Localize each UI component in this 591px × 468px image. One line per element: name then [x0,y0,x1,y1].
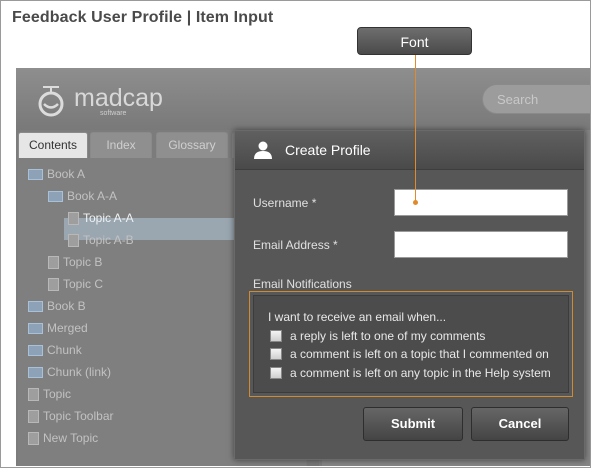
toc-item-label: New Topic [43,431,99,445]
notify-reply-label[interactable]: a reply is left to one of my comments [290,329,485,343]
page-icon [48,278,59,292]
toc-item-label: Topic Toolbar [43,409,114,423]
toc-item[interactable]: Topic B [48,252,102,272]
toc-item-label: Topic C [63,277,104,291]
toc-item[interactable]: Merged [28,318,88,338]
notifications-box: I want to receive an email when... a rep… [249,291,573,397]
notify-any-topic-checkbox[interactable] [270,367,282,379]
search-placeholder: Search [497,92,539,107]
tab-index[interactable]: Index [90,132,152,158]
notify-reply-checkbox[interactable] [270,330,282,342]
username-input[interactable] [394,189,568,216]
page-icon [28,388,39,402]
dialog-title: Create Profile [285,142,371,158]
toc-item[interactable]: Book A-A [48,186,117,206]
toc-item-label: Topic [43,387,72,401]
logo-subtext: software [100,110,127,117]
book-icon [28,169,43,181]
page-icon [28,432,39,446]
callout-dot [413,200,418,205]
toc-item-label: Book A [47,167,86,181]
madcap-logo-icon [38,86,64,117]
search-input[interactable]: Search [482,84,590,114]
notify-commented-topic-checkbox[interactable] [270,348,282,360]
toc-item[interactable]: Topic [28,384,71,404]
toc-item[interactable]: Chunk (link) [28,362,111,382]
toc-item[interactable]: Topic A-A [68,208,134,228]
email-notifications-label: Email Notifications [253,277,352,291]
toc-item-label: Book A-A [67,189,118,203]
callout-line [415,55,416,202]
toc-item[interactable]: New Topic [28,428,98,448]
toc-item[interactable]: Book B [28,296,86,316]
notifications-intro: I want to receive an email when... [268,310,447,324]
toc-item-label: Merged [47,321,88,335]
submit-button[interactable]: Submit [363,407,463,441]
cancel-button[interactable]: Cancel [471,407,569,441]
toc-item-label: Chunk [47,343,82,357]
book-icon [28,367,43,379]
logo-text: madcap [74,84,163,112]
page-icon [48,256,59,270]
toc-item[interactable]: Topic C [48,274,103,294]
book-icon [48,191,63,203]
page-icon [28,410,39,424]
toc-item-label: Topic A-B [83,233,134,247]
notifications-inner: I want to receive an email when... a rep… [253,295,569,393]
page-title: Feedback User Profile | Item Input [12,9,274,26]
notify-commented-topic-label[interactable]: a comment is left on a topic that I comm… [290,347,549,361]
email-label: Email Address * [253,238,338,252]
book-icon [28,345,43,357]
tab-glossary[interactable]: Glossary [156,132,228,158]
toc-item-label: Book B [47,299,86,313]
toc-item[interactable]: Chunk [28,340,82,360]
toc-item[interactable]: Topic Toolbar [28,406,114,426]
user-icon [254,141,272,159]
email-input[interactable] [394,231,568,258]
app-header: madcap software Search [16,68,590,130]
book-icon [28,323,43,335]
madcap-logo: madcap software [34,80,184,120]
font-callout: Font [357,27,472,55]
book-icon [28,301,43,313]
toc-item-label: Chunk (link) [47,365,112,379]
page-icon [68,234,79,248]
toc-item-label: Topic A-A [83,211,134,225]
tab-contents[interactable]: Contents [18,132,88,158]
toc-item-label: Topic B [63,255,103,269]
create-profile-dialog: Create Profile Username * Email Address … [234,130,585,460]
dialog-header: Create Profile [235,131,584,170]
notify-any-topic-label[interactable]: a comment is left on any topic in the He… [290,366,551,380]
toc-item[interactable]: Topic A-B [68,230,134,250]
username-label: Username * [253,196,317,210]
page-icon [68,212,79,226]
toc-item[interactable]: Book A [28,164,85,184]
